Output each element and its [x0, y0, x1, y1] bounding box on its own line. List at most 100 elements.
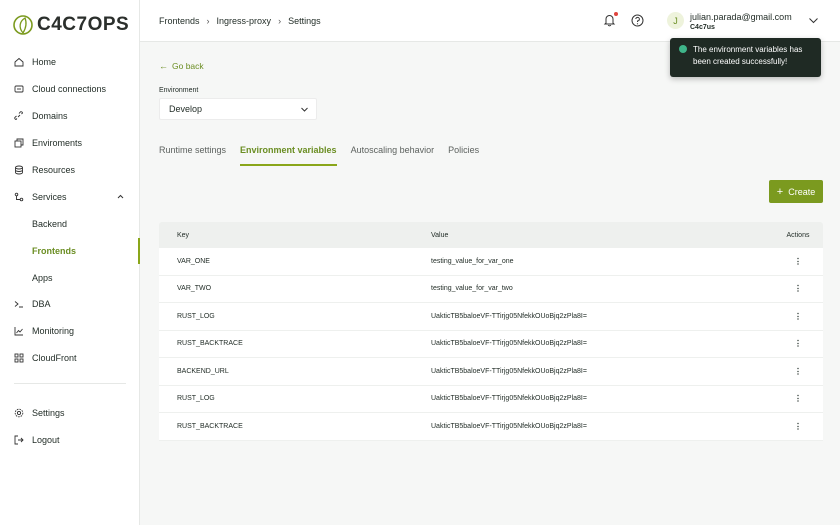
- table-row: VAR_ONE testing_value_for_var_one ⋮: [159, 248, 823, 276]
- breadcrumb: Frontends › Ingress-proxy › Settings: [159, 16, 321, 26]
- sidebar-item-label: Home: [32, 57, 57, 67]
- table-row: VAR_TWO testing_value_for_var_two ⋮: [159, 275, 823, 303]
- table-row: RUST_BACKTRACE UakticTB5baloeVF-TTirjg05…: [159, 413, 823, 441]
- sidebar-item-label: Resources: [32, 165, 76, 175]
- environment-label: Environment: [159, 87, 199, 94]
- environment-select[interactable]: Develop: [159, 98, 317, 120]
- top-bar: Frontends › Ingress-proxy › Settings J j…: [140, 0, 840, 42]
- sidebar-item-cloud-connections[interactable]: Cloud connections: [0, 76, 139, 102]
- plus-icon: +: [776, 185, 784, 198]
- sidebar-item-dba[interactable]: DBA: [0, 291, 139, 317]
- database-icon: [14, 165, 24, 175]
- notification-dot: [614, 12, 618, 16]
- sidebar-item-environments[interactable]: Enviroments: [0, 130, 139, 156]
- chart-icon: [14, 326, 24, 336]
- kebab-menu-icon[interactable]: ⋮: [793, 312, 803, 321]
- tab-policies[interactable]: Policies: [448, 140, 479, 166]
- settings-tabs: Runtime settings Environment variables A…: [159, 140, 493, 166]
- sidebar-item-label: CloudFront: [32, 353, 77, 363]
- sidebar-item-label: DBA: [32, 299, 51, 309]
- environment-value: Develop: [169, 104, 203, 114]
- brand-logo[interactable]: C4C7OPS: [12, 12, 129, 38]
- table-row: RUST_BACKTRACE UakticTB5baloeVF-TTirjg05…: [159, 330, 823, 358]
- sidebar-item-label: Logout: [32, 435, 60, 445]
- sidebar-item-home[interactable]: Home: [0, 49, 139, 75]
- breadcrumb-ingress-proxy[interactable]: Ingress-proxy: [217, 16, 272, 26]
- chevron-up-icon[interactable]: [116, 192, 125, 201]
- kebab-menu-icon[interactable]: ⋮: [793, 339, 803, 348]
- go-back-link[interactable]: ← Go back: [159, 61, 204, 71]
- help-icon[interactable]: [631, 14, 644, 27]
- breadcrumb-settings: Settings: [288, 16, 321, 26]
- chevron-right-icon: ›: [278, 16, 282, 26]
- row-value: UakticTB5baloeVF-TTirjg05NfekkOUoBjq2zPl…: [431, 312, 587, 320]
- link-icon: [14, 111, 24, 121]
- leaf-logo-icon: [13, 15, 33, 35]
- create-button[interactable]: + Create: [769, 180, 823, 203]
- row-value: testing_value_for_var_one: [431, 257, 514, 265]
- header-key: Key: [177, 231, 190, 239]
- avatar[interactable]: J: [667, 12, 684, 29]
- chevron-down-icon: [301, 107, 308, 112]
- user-email: julian.parada@gmail.com: [690, 12, 792, 22]
- header-value: Value: [431, 231, 449, 239]
- sidebar-item-label: Enviroments: [32, 138, 83, 148]
- success-toast: The environment variables has been creat…: [670, 38, 821, 77]
- kebab-menu-icon[interactable]: ⋮: [793, 394, 803, 403]
- sidebar-item-label: Frontends: [32, 246, 76, 256]
- table-row: BACKEND_URL UakticTB5baloeVF-TTirjg05Nfe…: [159, 358, 823, 386]
- kebab-menu-icon[interactable]: ⋮: [793, 367, 803, 376]
- row-value: UakticTB5baloeVF-TTirjg05NfekkOUoBjq2zPl…: [431, 340, 587, 348]
- row-key: RUST_BACKTRACE: [177, 422, 243, 430]
- terminal-icon: [14, 299, 24, 309]
- sidebar-item-resources[interactable]: Resources: [0, 157, 139, 183]
- row-key: VAR_TWO: [177, 285, 212, 293]
- sidebar-item-settings[interactable]: Settings: [0, 400, 139, 426]
- table-row: RUST_LOG UakticTB5baloeVF-TTirjg05NfekkO…: [159, 303, 823, 331]
- row-key: RUST_BACKTRACE: [177, 340, 243, 348]
- sidebar-item-label: Cloud connections: [32, 84, 107, 94]
- tab-autoscaling-behavior[interactable]: Autoscaling behavior: [351, 140, 435, 166]
- check-circle-icon: [679, 45, 687, 53]
- sidebar-item-label: Monitoring: [32, 326, 75, 336]
- toast-message: The environment variables has been creat…: [693, 45, 803, 66]
- sidebar-item-label: Domains: [32, 111, 68, 121]
- sidebar-item-logout[interactable]: Logout: [0, 427, 139, 453]
- gear-icon: [14, 408, 24, 418]
- header-actions: Actions: [786, 231, 810, 239]
- row-key: VAR_ONE: [177, 257, 210, 265]
- brand-name: C4C7OPS: [37, 14, 130, 35]
- row-key: RUST_LOG: [177, 395, 215, 403]
- sidebar-item-backend[interactable]: Backend: [0, 211, 139, 237]
- row-value: UakticTB5baloeVF-TTirjg05NfekkOUoBjq2zPl…: [431, 422, 587, 430]
- chevron-down-icon[interactable]: [808, 16, 819, 25]
- tab-runtime-settings[interactable]: Runtime settings: [159, 140, 226, 166]
- create-label: Create: [788, 186, 816, 197]
- row-value: testing_value_for_var_two: [431, 285, 513, 293]
- sidebar-item-label: Apps: [32, 273, 53, 283]
- sidebar-item-frontends[interactable]: Frontends: [0, 238, 140, 264]
- sidebar-item-monitoring[interactable]: Monitoring: [0, 318, 139, 344]
- kebab-menu-icon[interactable]: ⋮: [793, 422, 803, 431]
- breadcrumb-frontends[interactable]: Frontends: [159, 16, 200, 26]
- tab-environment-variables[interactable]: Environment variables: [240, 140, 337, 166]
- sidebar-item-cloudfront[interactable]: CloudFront: [0, 345, 139, 371]
- kebab-menu-icon[interactable]: ⋮: [793, 284, 803, 293]
- sidebar-divider: [14, 383, 126, 384]
- kebab-menu-icon[interactable]: ⋮: [793, 257, 803, 266]
- arrow-left-icon: ←: [159, 61, 168, 71]
- cloud-connections-icon: [14, 84, 24, 94]
- sidebar-item-domains[interactable]: Domains: [0, 103, 139, 129]
- services-icon: [14, 192, 24, 202]
- sidebar-item-label: Services: [32, 192, 67, 202]
- cloudfront-icon: [14, 353, 24, 363]
- go-back-label: Go back: [172, 61, 204, 71]
- row-value: UakticTB5baloeVF-TTirjg05NfekkOUoBjq2zPl…: [431, 395, 587, 403]
- sidebar-item-services[interactable]: Services: [0, 184, 139, 210]
- sidebar-item-label: Settings: [32, 408, 65, 418]
- user-org: C4c7us: [690, 24, 715, 31]
- sidebar-item-apps[interactable]: Apps: [0, 265, 139, 291]
- row-key: BACKEND_URL: [177, 367, 229, 375]
- logout-icon: [14, 435, 24, 445]
- sidebar: C4C7OPS Home Cloud connections Domains E…: [0, 0, 140, 525]
